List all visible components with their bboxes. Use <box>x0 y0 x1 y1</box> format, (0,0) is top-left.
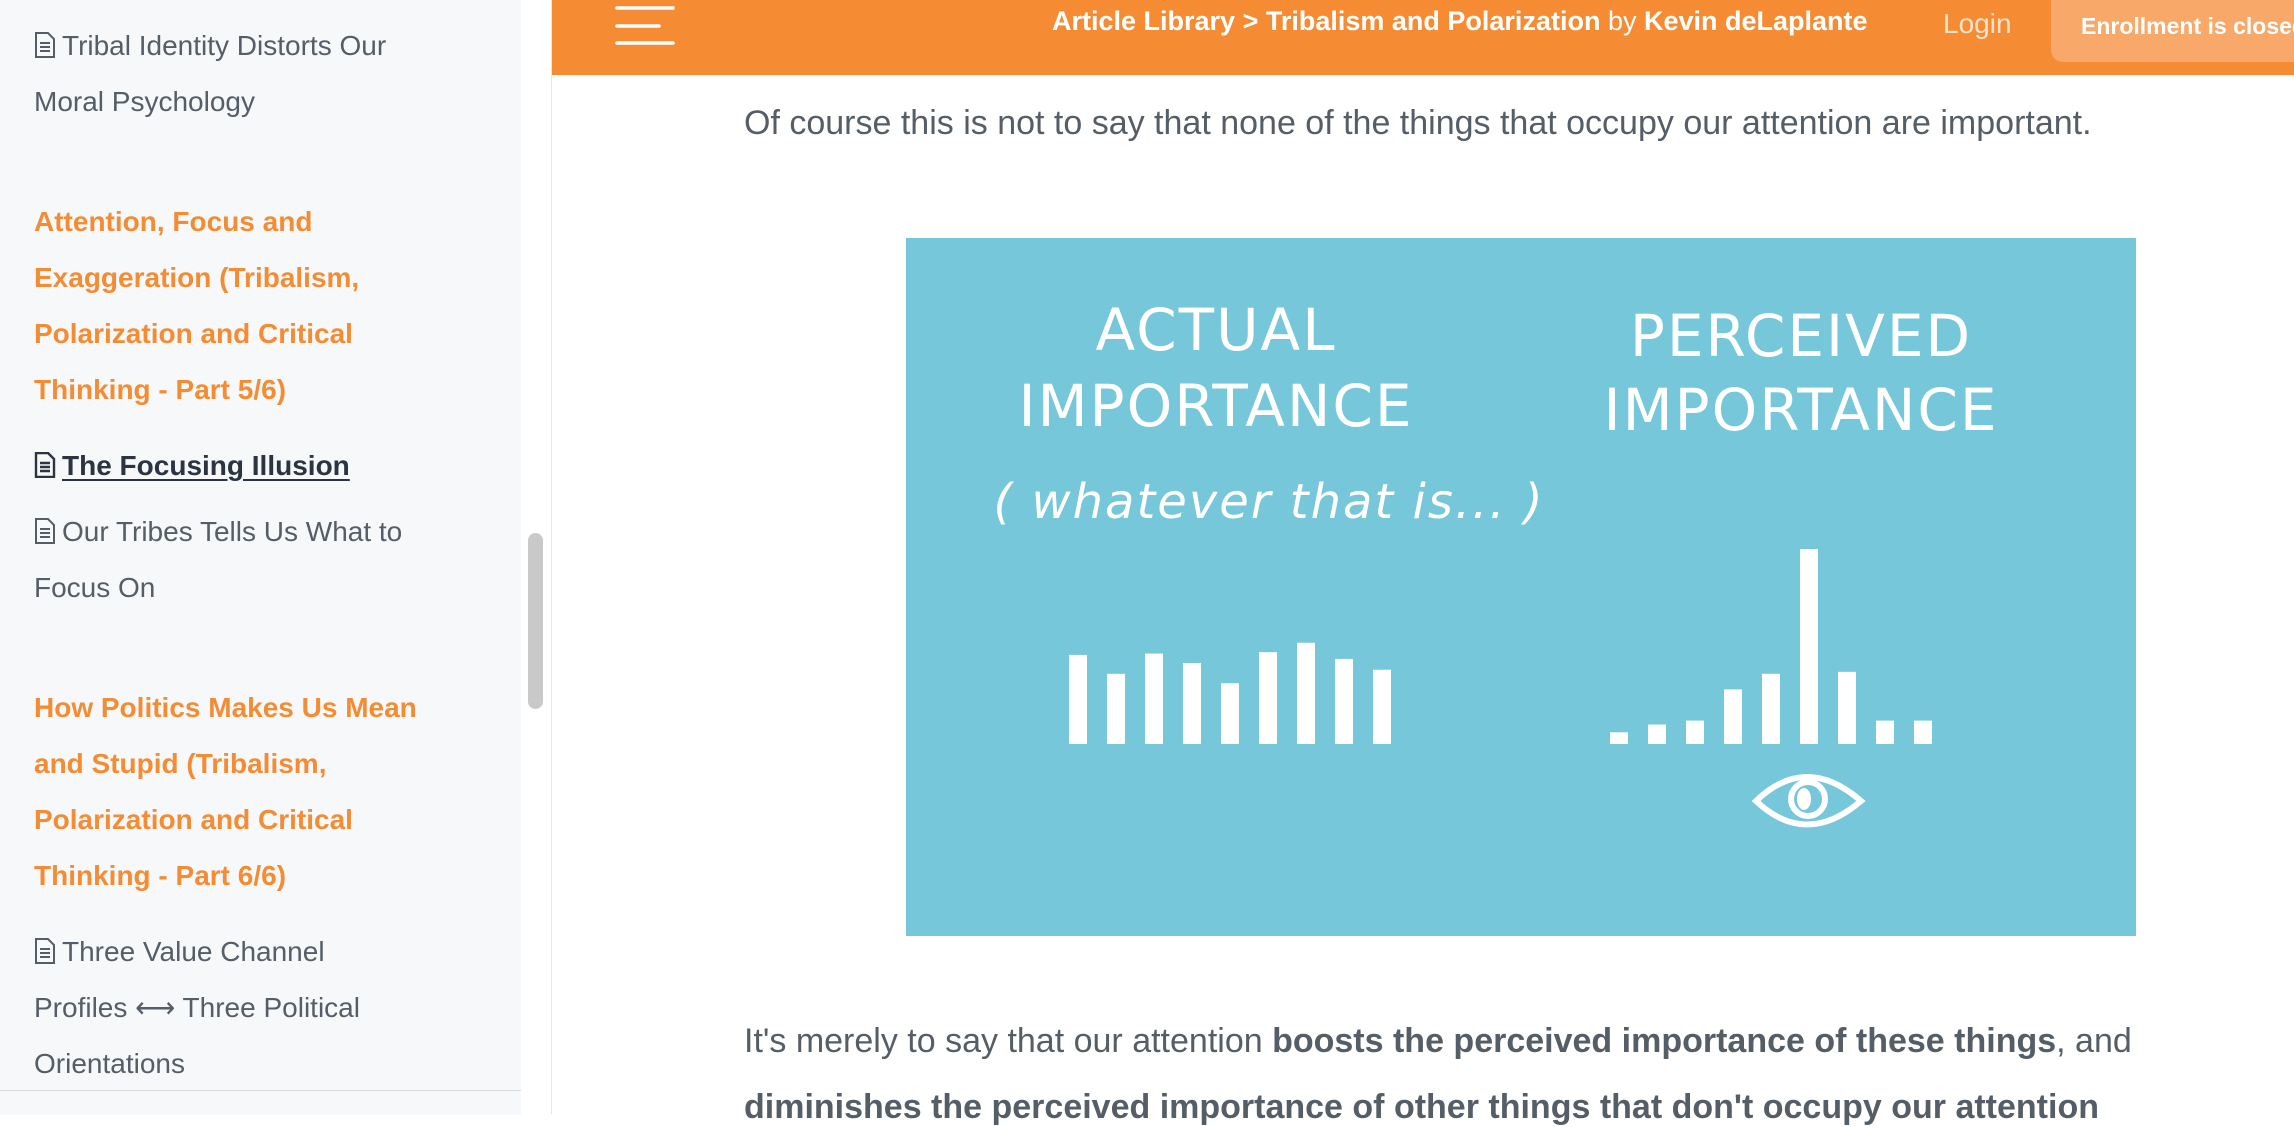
section-title-line: Polarization and Critical <box>34 318 353 349</box>
illustration-svg: ACTUAL IMPORTANCE ( whatever that is... … <box>993 296 1999 828</box>
sidebar-item-label: Our Tribes Tells Us What to <box>62 516 403 547</box>
paragraph-intro: Of course this is not to say that none o… <box>744 104 2092 142</box>
breadcrumb-library-link[interactable]: Article Library <box>1052 6 1235 36</box>
login-link[interactable]: Login <box>1943 8 2012 40</box>
paragraph-attention-continued: diminishes the perceived importance of o… <box>744 1088 2099 1127</box>
paragraph-text: , and <box>2056 1022 2132 1060</box>
section-title-line: Exaggeration (Tribalism, <box>34 262 360 293</box>
perceived-bar-8 <box>1876 720 1894 744</box>
by-text: by <box>1600 6 1644 36</box>
sidebar-section-part6: How Politics Makes Us Mean and Stupid (T… <box>34 680 454 904</box>
perceived-bar-9 <box>1914 720 1932 744</box>
sidebar-item-label: Orientations <box>34 1048 185 1079</box>
actual-bar-3 <box>1145 653 1163 744</box>
perceived-bar-5 <box>1762 673 1780 744</box>
left-subtitle: ( whatever that is... ) <box>993 474 1544 530</box>
actual-bar-9 <box>1373 669 1391 744</box>
sidebar-footer <box>0 1090 521 1115</box>
perceived-bar-6 <box>1800 549 1818 744</box>
importance-illustration: ACTUAL IMPORTANCE ( whatever that is... … <box>906 238 2136 936</box>
sidebar-item-label: Moral Psychology <box>34 86 255 117</box>
sidebar-item-label: Profiles ⟷ Three Political <box>34 992 360 1023</box>
section-title-line: Attention, Focus and <box>34 206 313 237</box>
left-title-2: IMPORTANCE <box>1019 372 1414 440</box>
actual-bar-6 <box>1259 652 1277 744</box>
sidebar-item-label: The Focusing Illusion <box>62 450 350 481</box>
hamburger-icon[interactable] <box>615 0 675 50</box>
document-icon <box>35 518 55 544</box>
section-title-line: Thinking - Part 5/6) <box>34 374 287 405</box>
sidebar-item-label: Tribal Identity Distorts Our <box>62 30 387 61</box>
paragraph-emphasis: boosts the perceived importance of these… <box>1272 1022 2057 1060</box>
sidebar-section-part5: Attention, Focus and Exaggeration (Triba… <box>34 194 454 418</box>
breadcrumb: Article Library > Tribalism and Polariza… <box>1052 6 1868 37</box>
perceived-bar-3 <box>1686 720 1704 744</box>
document-icon <box>35 32 55 58</box>
right-title-1: PERCEIVED <box>1630 302 1972 370</box>
section-title-line: Polarization and Critical <box>34 804 353 835</box>
perceived-importance-bars <box>1610 549 1932 744</box>
sidebar-nav: Tribal Identity Distorts Our Moral Psych… <box>0 0 522 1090</box>
left-title-1: ACTUAL <box>1095 296 1336 364</box>
section-title-line: and Stupid (Tribalism, <box>34 748 327 779</box>
author-name: Kevin deLaplante <box>1643 6 1868 36</box>
perceived-bar-2 <box>1648 724 1666 744</box>
paragraph-emphasis: diminishes the perceived importance of o… <box>744 1088 2099 1126</box>
perceived-bar-4 <box>1724 689 1742 744</box>
sidebar-item-label: Three Value Channel <box>62 936 325 967</box>
sidebar-item-three-value-channel[interactable]: Three Value Channel Profiles ⟷ Three Pol… <box>34 924 454 1090</box>
perceived-bar-1 <box>1610 732 1628 744</box>
actual-bar-7 <box>1297 642 1315 744</box>
paragraph-text: It's merely to say that our attention <box>744 1022 1273 1060</box>
enrollment-closed-button[interactable]: Enrollment is closed <box>2051 0 2294 62</box>
section-title-line: Thinking - Part 6/6) <box>34 860 287 891</box>
actual-bar-5 <box>1221 683 1239 744</box>
actual-bar-2 <box>1107 673 1125 744</box>
perceived-bar-7 <box>1838 671 1856 744</box>
sidebar-item-tribal-identity[interactable]: Tribal Identity Distorts Our Moral Psych… <box>34 18 454 130</box>
sidebar-item-our-tribes[interactable]: Our Tribes Tells Us What to Focus On <box>34 504 454 616</box>
sidebar-scrollbar-thumb[interactable] <box>528 533 543 709</box>
breadcrumb-course-link[interactable]: Tribalism and Polarization <box>1266 6 1601 36</box>
actual-importance-bars <box>1069 642 1391 744</box>
actual-bar-1 <box>1069 654 1087 744</box>
actual-bar-8 <box>1335 658 1353 744</box>
document-icon <box>34 452 56 478</box>
paragraph-attention: It's merely to say that our attention bo… <box>744 1022 2132 1061</box>
section-title-line: How Politics Makes Us Mean <box>34 692 417 723</box>
actual-bar-4 <box>1183 663 1201 744</box>
sidebar-item-label: Focus On <box>34 572 156 603</box>
right-title-2: IMPORTANCE <box>1604 376 1999 444</box>
breadcrumb-separator: > <box>1235 6 1266 36</box>
document-icon <box>35 938 55 964</box>
eye-icon <box>1751 774 1866 828</box>
sidebar-item-focusing-illusion[interactable]: The Focusing Illusion <box>34 438 454 494</box>
